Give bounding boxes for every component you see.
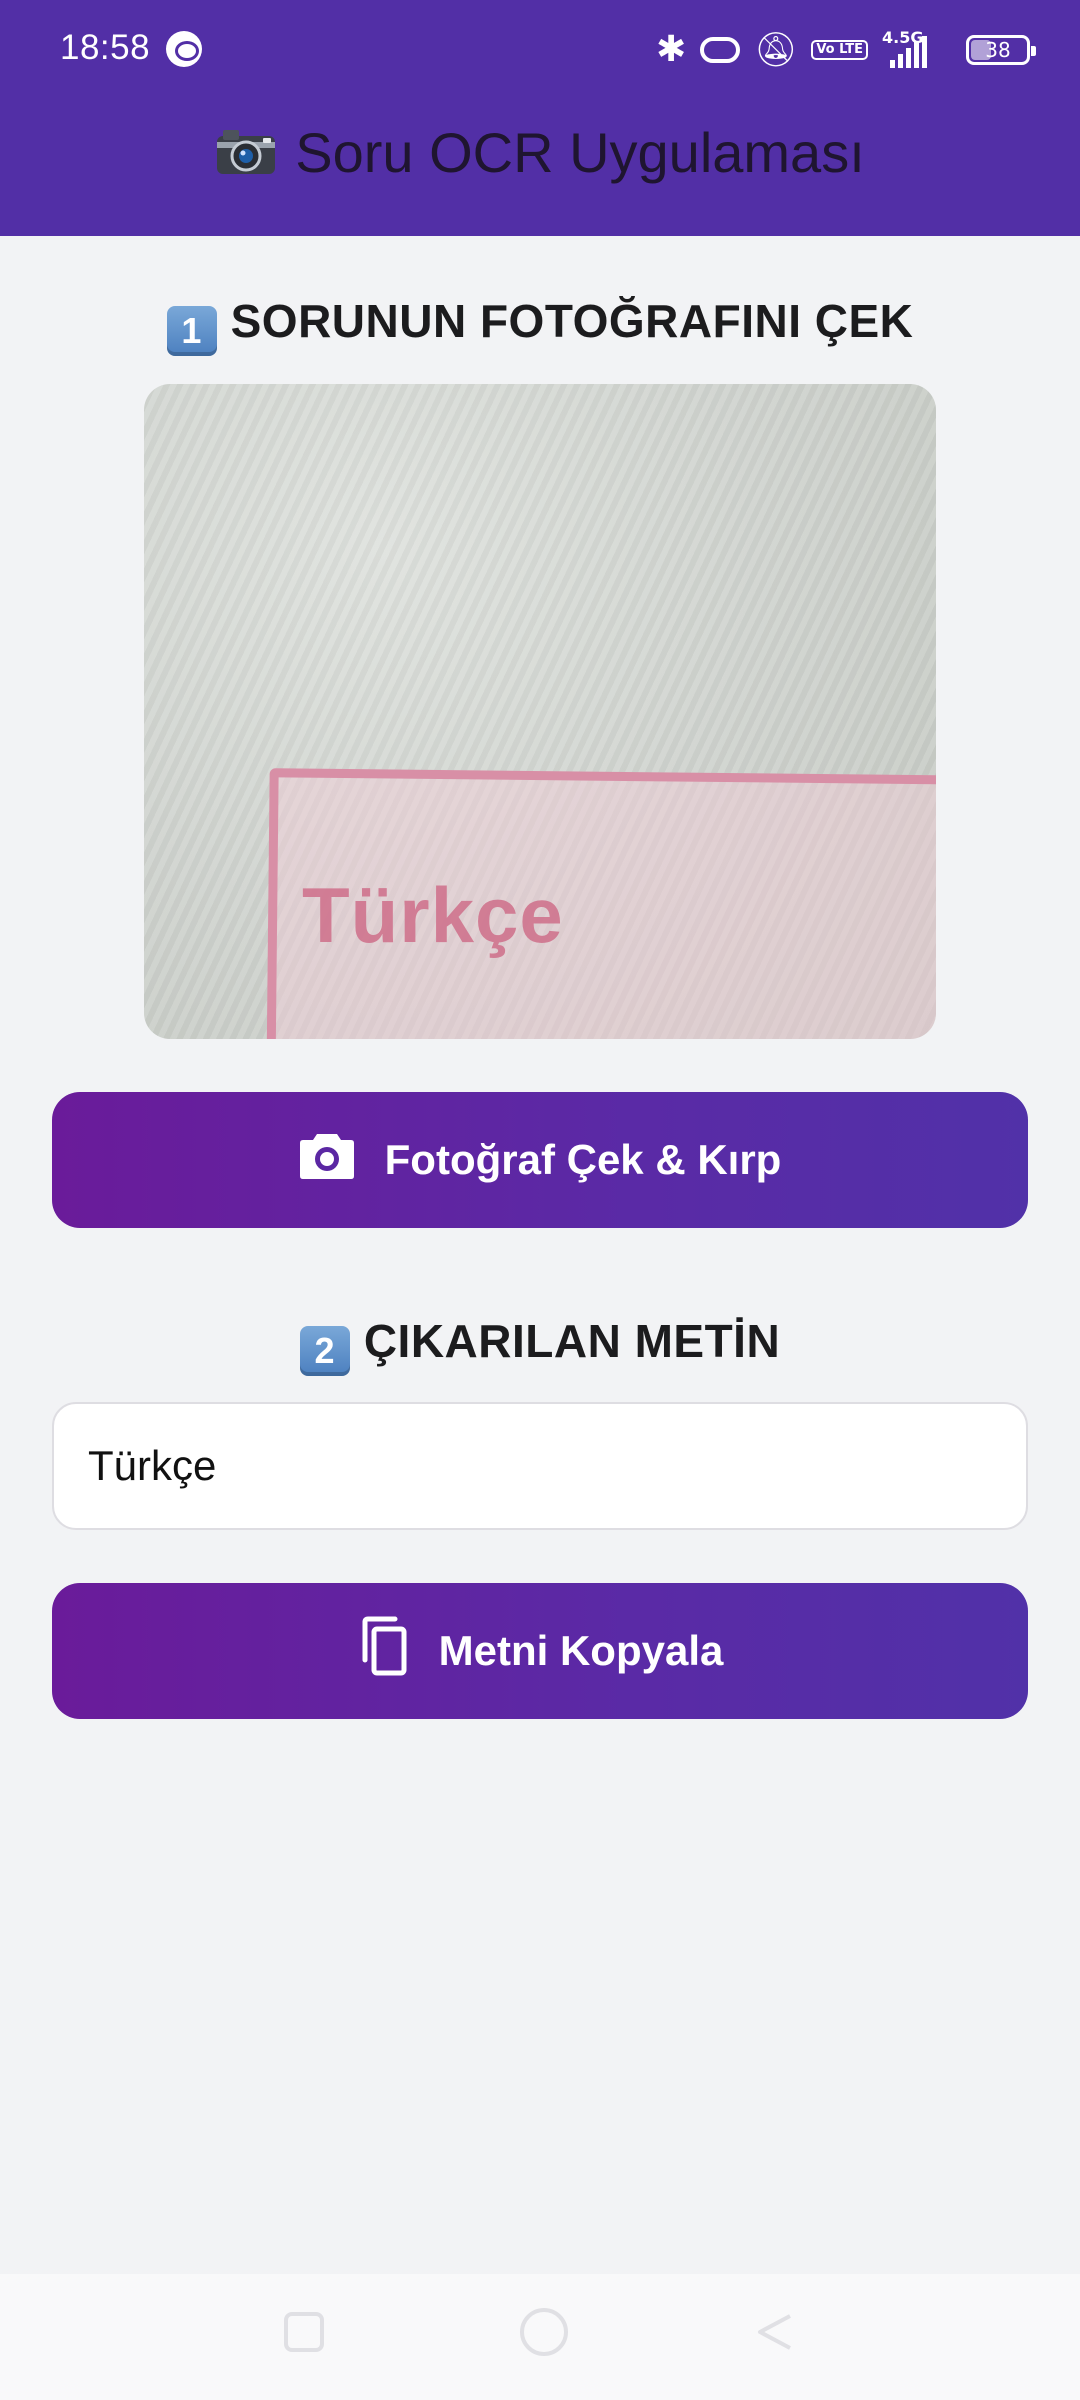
copy-text-button[interactable]: Metni Kopyala bbox=[52, 1583, 1028, 1719]
camera-icon bbox=[299, 1130, 355, 1190]
recent-apps-icon[interactable] bbox=[284, 2312, 324, 2352]
back-icon[interactable] bbox=[754, 2312, 794, 2352]
copy-icon bbox=[357, 1616, 409, 1686]
system-nav-bar bbox=[0, 2274, 1080, 2400]
section-1-title: 1 SORUNUN FOTOĞRAFINI ÇEK bbox=[0, 294, 1080, 356]
top-bar: 18:58 ✱ 🔕︎ Vo LTE 4.5G 38 Soru OCR Uygul… bbox=[0, 0, 1080, 236]
link-icon bbox=[700, 37, 741, 63]
battery-level: 38 bbox=[985, 38, 1011, 62]
photo-text: Türkçe bbox=[302, 871, 564, 959]
app-title-text: Soru OCR Uygulaması bbox=[295, 121, 865, 184]
keycap-2-icon: 2 bbox=[299, 1326, 350, 1376]
keycap-1-icon: 1 bbox=[166, 306, 217, 356]
battery-icon: 38 bbox=[966, 35, 1036, 65]
signal-icon: 4.5G bbox=[882, 28, 952, 70]
status-bar: 18:58 ✱ 🔕︎ Vo LTE 4.5G 38 bbox=[0, 0, 1080, 100]
home-icon[interactable] bbox=[520, 2308, 568, 2356]
extracted-text-field[interactable]: Türkçe bbox=[52, 1402, 1028, 1530]
section-2-title-text: ÇIKARILAN METİN bbox=[363, 1315, 781, 1367]
sync-icon bbox=[166, 31, 202, 67]
section-1-title-text: SORUNUN FOTOĞRAFINI ÇEK bbox=[230, 295, 914, 347]
capture-crop-button-label: Fotoğraf Çek & Kırp bbox=[384, 1136, 782, 1183]
status-time: 18:58 bbox=[60, 28, 151, 67]
capture-crop-button[interactable]: Fotoğraf Çek & Kırp bbox=[52, 1092, 1028, 1228]
camera-emoji-icon bbox=[217, 130, 276, 174]
app-title: Soru OCR Uygulaması bbox=[0, 120, 1080, 185]
status-icons: ✱ 🔕︎ Vo LTE 4.5G 38 bbox=[655, 28, 1036, 72]
bluetooth-icon: ✱ bbox=[655, 29, 687, 70]
copy-text-button-label: Metni Kopyala bbox=[438, 1627, 724, 1674]
bell-muted-icon: 🔕︎ bbox=[754, 30, 798, 70]
section-2-title: 2 ÇIKARILAN METİN bbox=[0, 1314, 1080, 1376]
volte-icon: Vo LTE bbox=[811, 40, 868, 60]
question-photo: Türkçe bbox=[144, 384, 936, 1039]
